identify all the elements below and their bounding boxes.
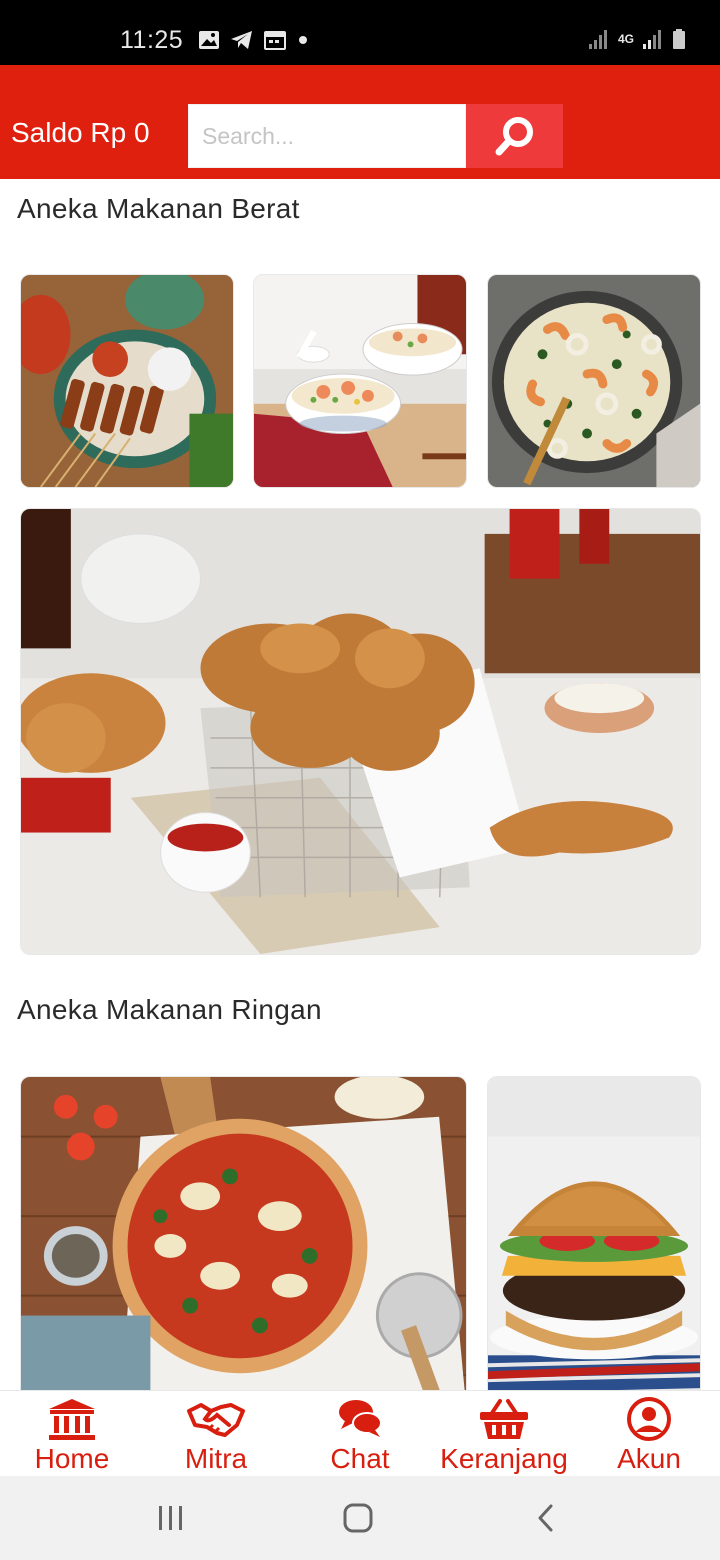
handshake-icon (187, 1403, 245, 1437)
bottom-navigation: Home Mitra Chat Keranjang Akun (0, 1390, 720, 1476)
status-notification-icons (198, 30, 310, 50)
food-tile-seafood[interactable] (487, 274, 701, 488)
back-icon[interactable] (534, 1503, 558, 1533)
content-scroll[interactable]: Aneka Makanan Berat Aneka Makanan Ringan (0, 179, 720, 1390)
pizza-image (21, 1077, 466, 1390)
section-title-heavy-food: Aneka Makanan Berat (17, 193, 300, 224)
status-bar: 11:25 4G (0, 0, 720, 65)
food-tile-fried-chicken[interactable] (20, 508, 701, 955)
nav-mitra-label: Mitra (184, 1443, 248, 1474)
calendar-icon (264, 31, 286, 50)
fried-chicken-image (21, 509, 700, 954)
food-tile-satay[interactable] (20, 274, 234, 488)
chat-icon (339, 1400, 382, 1437)
dot-icon (299, 36, 307, 44)
nav-home[interactable]: Home (30, 1397, 114, 1475)
nav-akun-label: Akun (617, 1443, 681, 1474)
bank-icon (49, 1399, 95, 1440)
nav-akun[interactable]: Akun (612, 1397, 686, 1475)
balance-label: Saldo Rp 0 (11, 117, 150, 148)
food-tile-burger[interactable] (487, 1076, 701, 1390)
battery-icon (673, 29, 685, 49)
account-icon (627, 1397, 671, 1441)
fried-rice-image (254, 275, 466, 487)
food-tile-shrimp-fried-rice[interactable] (253, 274, 467, 488)
nav-home-label: Home (34, 1443, 110, 1474)
signal-icon (588, 30, 607, 49)
telegram-icon (231, 31, 252, 49)
nav-chat[interactable]: Chat (325, 1397, 395, 1475)
search-input[interactable] (189, 105, 465, 167)
basket-icon (480, 1399, 528, 1439)
system-navigation-bar (0, 1476, 720, 1560)
app-header: Saldo Rp 0 (0, 65, 720, 179)
recent-apps-icon[interactable] (156, 1504, 186, 1532)
search-box[interactable] (188, 104, 466, 168)
image-icon (199, 31, 219, 49)
food-tile-pizza[interactable] (20, 1076, 467, 1390)
status-time: 11:25 (120, 26, 184, 54)
home-icon[interactable] (342, 1502, 374, 1534)
nav-chat-label: Chat (330, 1443, 390, 1474)
seafood-image (488, 275, 700, 487)
network-4g-icon: 4G (617, 32, 634, 46)
section-title-snack-food: Aneka Makanan Ringan (17, 994, 322, 1025)
nav-keranjang-label: Keranjang (440, 1443, 568, 1474)
satay-image (21, 275, 233, 487)
nav-mitra[interactable]: Mitra (175, 1397, 257, 1475)
nav-keranjang[interactable]: Keranjang (434, 1397, 574, 1475)
search-icon (495, 117, 533, 156)
search-button[interactable] (466, 104, 563, 168)
burger-image (488, 1077, 700, 1390)
status-system-icons: 4G (588, 28, 686, 50)
signal-icon (643, 30, 661, 49)
